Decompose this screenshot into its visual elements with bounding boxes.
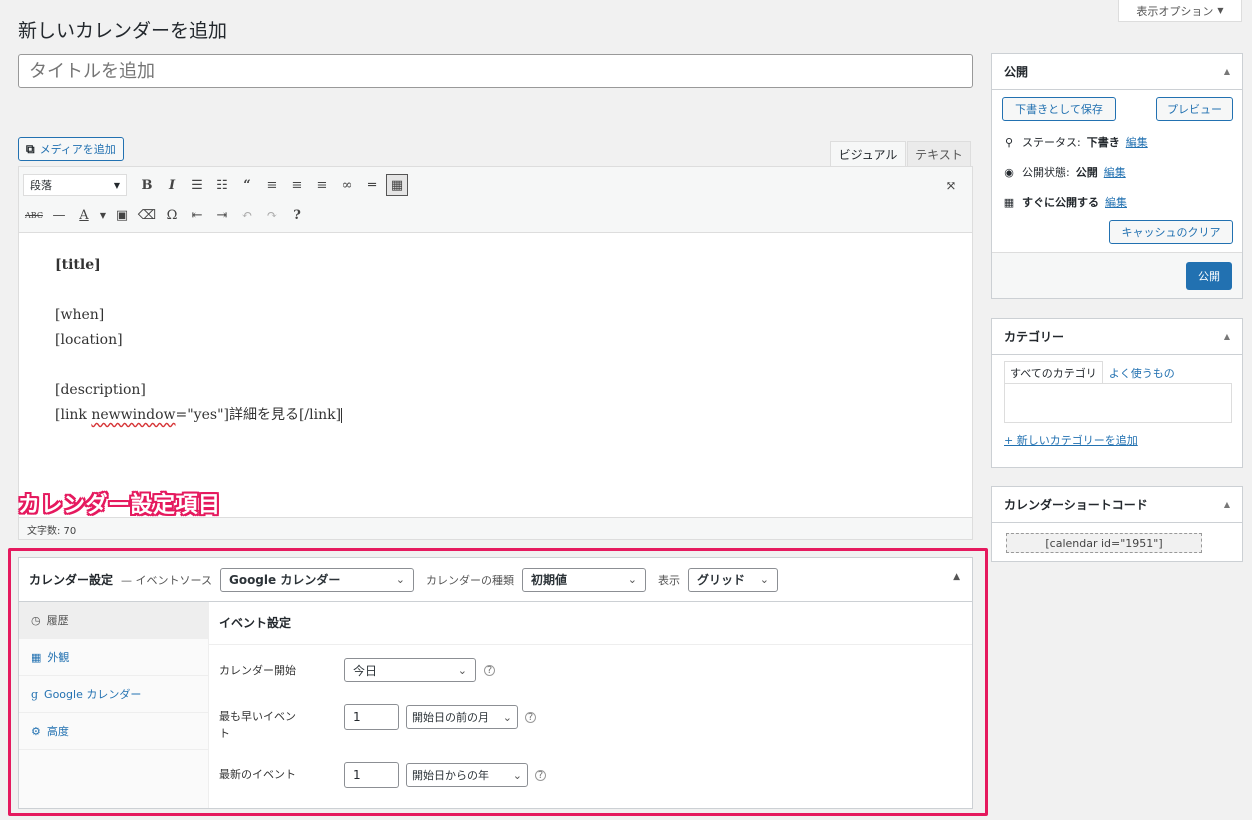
content-text: ="yes"]詳細を見る[/link] [175, 407, 342, 423]
page-title: 新しいカレンダーを追加 [18, 20, 228, 42]
editor-content[interactable]: [title] [when] [location] [description] … [55, 253, 343, 428]
align-center-icon[interactable]: ≡ [286, 174, 308, 196]
special-character-icon[interactable]: Ω [161, 204, 183, 226]
publish-button[interactable]: 公開 [1186, 262, 1232, 290]
content-text-misspelled: newwindow [91, 407, 176, 423]
screen-options-label: 表示オプション [1136, 4, 1214, 18]
category-tabs: すべてのカテゴリ よく使うもの [1004, 361, 1181, 384]
status-label: ステータス: [1022, 136, 1081, 149]
read-more-icon[interactable]: ═ [361, 174, 383, 196]
category-list[interactable] [1004, 383, 1232, 423]
tab-visual[interactable]: ビジュアル [830, 141, 906, 166]
chevron-down-icon: ▼ [113, 180, 120, 190]
callout-label: カレンダー設定項目 [18, 493, 221, 518]
publish-box: 公開 ▲ 下書きとして保存 プレビュー ⚲ ステータス: 下書き 編集 ◉ 公開… [991, 53, 1243, 299]
status-row: ⚲ ステータス: 下書き 編集 [1002, 134, 1148, 150]
redo-icon[interactable]: ↷ [261, 204, 283, 226]
clear-cache-button[interactable]: キャッシュのクリア [1109, 220, 1233, 244]
format-select[interactable]: 段落 ▼ [23, 174, 127, 196]
fullscreen-icon[interactable]: ⤧ [940, 175, 962, 197]
tab-all-categories[interactable]: すべてのカテゴリ [1004, 361, 1103, 384]
collapse-icon[interactable]: ▲ [1224, 500, 1230, 509]
undo-icon[interactable]: ↶ [236, 204, 258, 226]
toolbar-row-1: 段落 ▼ B I ☰ ☷ “ ≡ ≡ ≡ ∞ ═ ▦ [23, 170, 408, 200]
media-icon: ⧉ [26, 141, 35, 156]
calendar-icon: ▦ [1003, 195, 1015, 209]
format-select-value: 段落 [30, 179, 52, 192]
shortcode-box: カレンダーショートコード ▲ [calendar id="1951"] [991, 486, 1243, 562]
save-draft-button[interactable]: 下書きとして保存 [1002, 97, 1116, 121]
toolbar-row-2: ABC — A ▼ ▣ ⌫ Ω ⇤ ⇥ ↶ ↷ ? [23, 200, 308, 230]
content-line: [title] [55, 257, 101, 273]
content-line: [description] [55, 382, 146, 398]
add-media-label: メディアを追加 [39, 143, 116, 156]
paste-text-icon[interactable]: ▣ [111, 204, 133, 226]
align-left-icon[interactable]: ≡ [261, 174, 283, 196]
content-text: [link [55, 407, 92, 423]
title-input[interactable] [18, 54, 973, 88]
screen-options-button[interactable]: 表示オプション ▼ [1118, 0, 1242, 22]
tab-text[interactable]: テキスト [907, 141, 971, 166]
categories-box-header: カテゴリー ▲ [992, 319, 1242, 355]
align-right-icon[interactable]: ≡ [311, 174, 333, 196]
word-count: 文字数: 70 [19, 517, 972, 539]
publish-box-header: 公開 ▲ [992, 54, 1242, 90]
numbered-list-icon[interactable]: ☷ [211, 174, 233, 196]
categories-box-title: カテゴリー [1004, 330, 1065, 344]
blockquote-icon[interactable]: “ [236, 174, 258, 196]
horizontal-line-icon[interactable]: — [48, 204, 70, 226]
visibility-label: 公開状態: [1022, 166, 1070, 179]
add-media-button[interactable]: ⧉ メディアを追加 [18, 137, 124, 161]
publish-actions: 公開 [992, 252, 1242, 298]
schedule-value: すぐに公開する [1022, 196, 1099, 209]
status-value: 下書き [1086, 136, 1120, 149]
edit-visibility-link[interactable]: 編集 [1104, 164, 1126, 180]
eye-icon: ◉ [1004, 165, 1014, 179]
publish-box-title: 公開 [1004, 65, 1029, 79]
chevron-down-icon[interactable]: ▼ [98, 204, 108, 226]
shortcode-field[interactable]: [calendar id="1951"] [1006, 533, 1202, 553]
categories-box: カテゴリー ▲ すべてのカテゴリ よく使うもの + 新しいカテゴリーを追加 [991, 318, 1243, 468]
edit-schedule-link[interactable]: 編集 [1105, 194, 1127, 210]
text-cursor [341, 407, 343, 423]
strikethrough-icon[interactable]: ABC [23, 204, 45, 226]
bullet-list-icon[interactable]: ☰ [186, 174, 208, 196]
visibility-value: 公開 [1075, 166, 1098, 179]
indent-icon[interactable]: ⇥ [211, 204, 233, 226]
schedule-row: ▦ すぐに公開する 編集 [1002, 194, 1127, 210]
edit-status-link[interactable]: 編集 [1126, 134, 1148, 150]
toolbar-toggle-icon[interactable]: ▦ [386, 174, 408, 196]
content-line: [when] [55, 307, 105, 323]
content-line: [link newwindow="yes"]詳細を見る[/link] [55, 403, 343, 428]
visibility-row: ◉ 公開状態: 公開 編集 [1002, 164, 1126, 180]
editor: 段落 ▼ B I ☰ ☷ “ ≡ ≡ ≡ ∞ ═ ▦ ⤧ ABC — A ▼ ▣… [18, 166, 973, 540]
highlight-box [8, 548, 988, 816]
outdent-icon[interactable]: ⇤ [186, 204, 208, 226]
shortcode-box-title: カレンダーショートコード [1004, 498, 1148, 512]
pin-icon: ⚲ [1004, 135, 1014, 149]
italic-icon[interactable]: I [161, 174, 183, 196]
collapse-icon[interactable]: ▲ [1224, 332, 1230, 341]
add-category-link[interactable]: + 新しいカテゴリーを追加 [1004, 432, 1138, 448]
content-line: [location] [55, 332, 123, 348]
collapse-icon[interactable]: ▲ [1224, 67, 1230, 76]
tab-popular-categories[interactable]: よく使うもの [1103, 362, 1181, 384]
text-color-icon[interactable]: A [73, 204, 95, 226]
editor-toolbar: 段落 ▼ B I ☰ ☷ “ ≡ ≡ ≡ ∞ ═ ▦ ⤧ ABC — A ▼ ▣… [19, 167, 972, 233]
preview-button[interactable]: プレビュー [1156, 97, 1233, 121]
clear-formatting-icon[interactable]: ⌫ [136, 204, 158, 226]
link-icon[interactable]: ∞ [336, 174, 358, 196]
help-icon[interactable]: ? [286, 204, 308, 226]
bold-icon[interactable]: B [136, 174, 158, 196]
chevron-down-icon: ▼ [1217, 6, 1224, 15]
shortcode-box-header: カレンダーショートコード ▲ [992, 487, 1242, 523]
